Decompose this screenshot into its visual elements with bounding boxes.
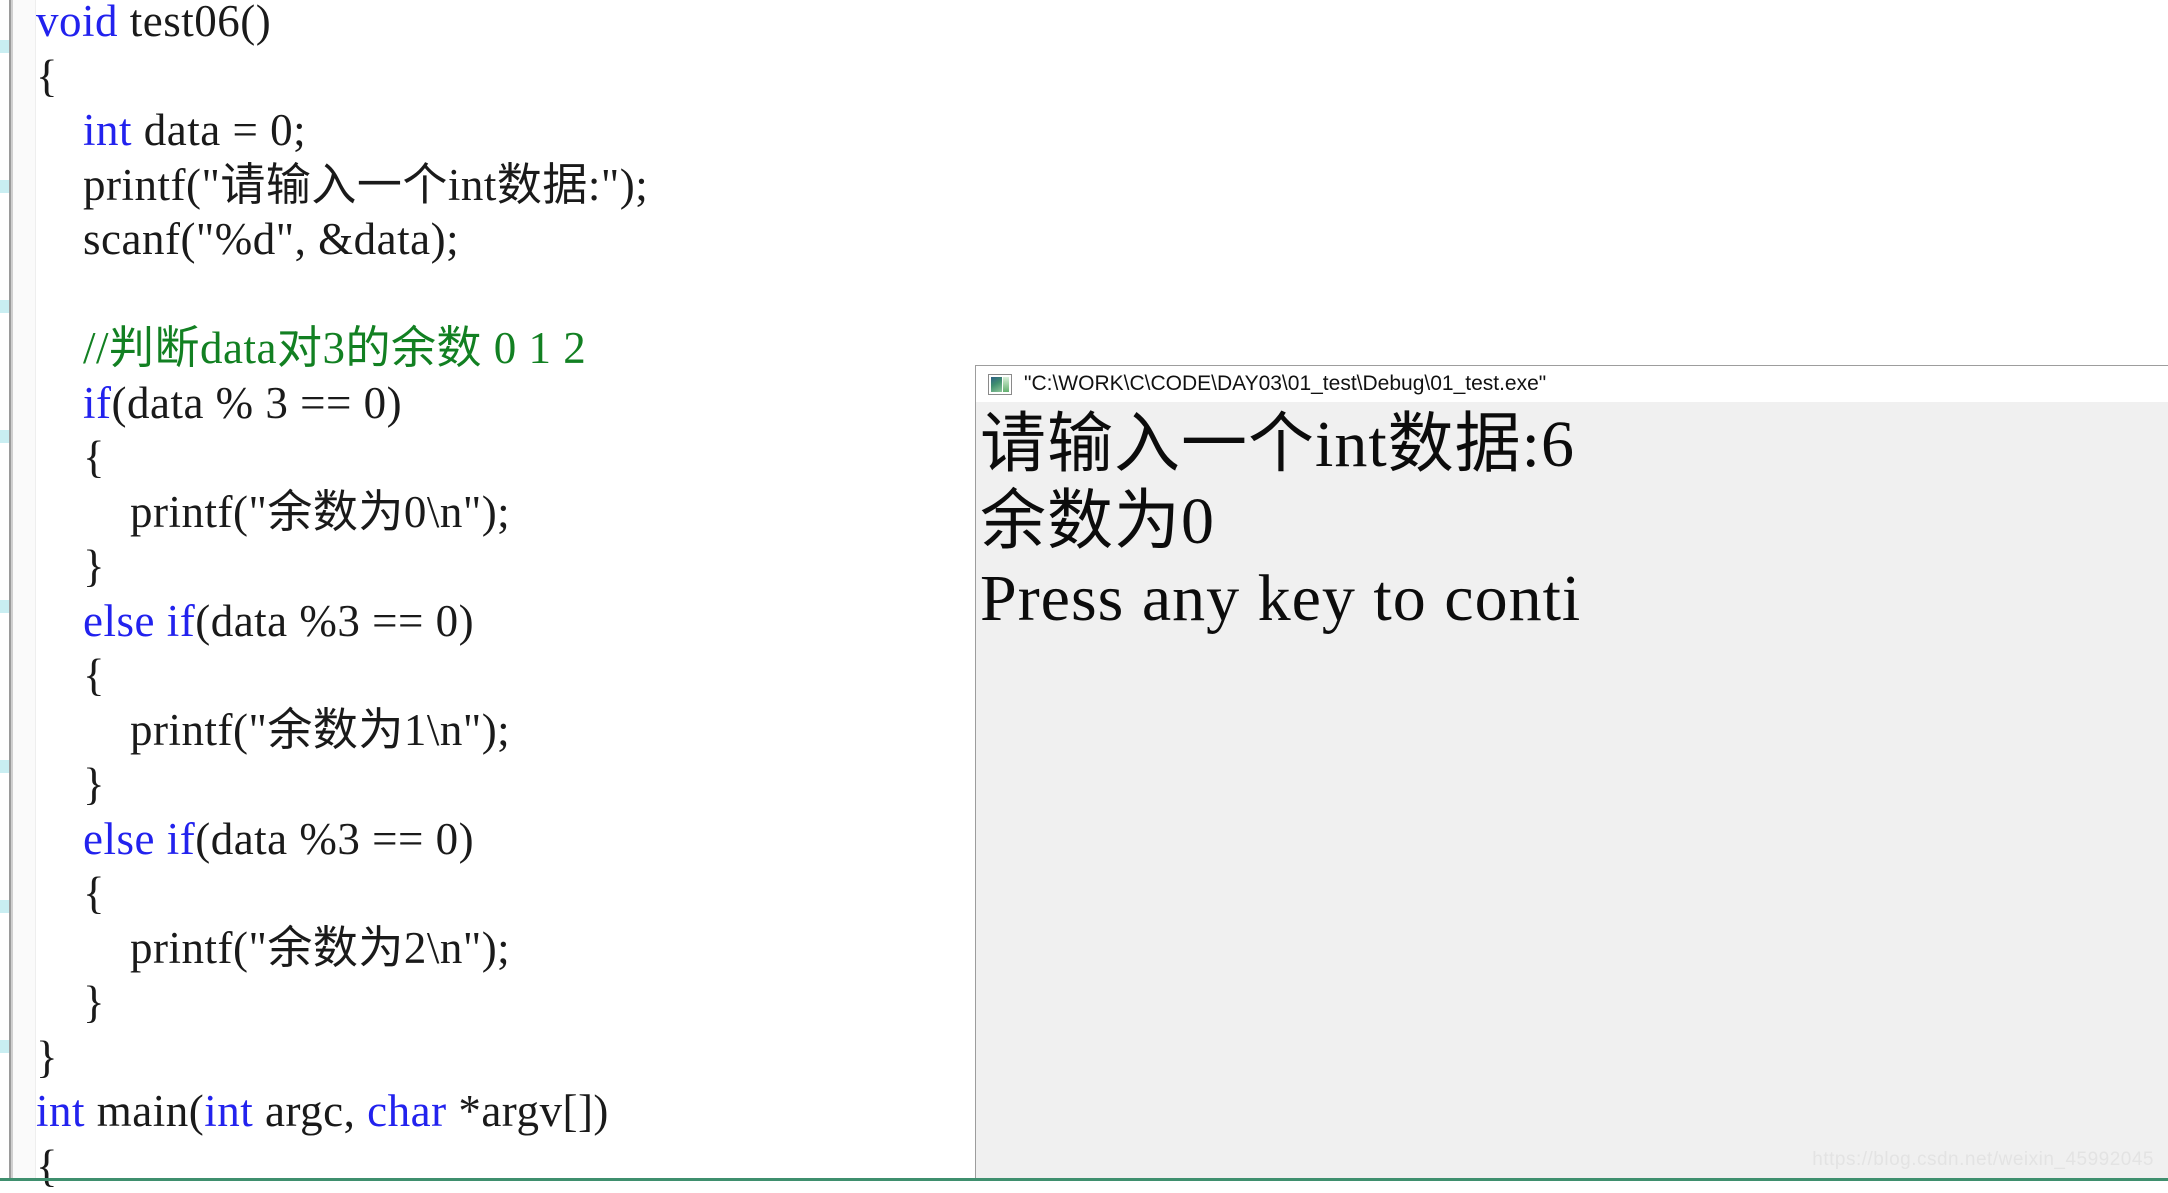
code-token xyxy=(36,814,83,864)
code-token: scanf("%d", &data); xyxy=(36,214,459,264)
code-token: char xyxy=(367,1086,446,1136)
code-token: } xyxy=(36,759,105,809)
code-text-area[interactable]: void test06(){ int data = 0; printf("请输入… xyxy=(36,0,1136,1175)
code-line xyxy=(36,267,1136,322)
code-line: printf("余数为0\n"); xyxy=(36,485,1136,540)
code-line: //判断data对3的余数 0 1 2 xyxy=(36,321,1136,376)
code-line: if(data % 3 == 0) xyxy=(36,376,1136,431)
code-token: { xyxy=(36,1141,58,1191)
console-output-line: Press any key to conti xyxy=(980,560,2168,637)
code-line: printf("请输入一个int数据:"); xyxy=(36,158,1136,213)
code-token: int xyxy=(83,105,132,155)
code-line: { xyxy=(36,866,1136,921)
console-window[interactable]: "C:\WORK\C\CODE\DAY03\01_test\Debug\01_t… xyxy=(975,365,2168,1181)
code-line: else if(data %3 == 0) xyxy=(36,594,1136,649)
code-token: { xyxy=(36,650,105,700)
code-token: test06() xyxy=(118,0,271,46)
code-token: printf("余数为0\n"); xyxy=(36,487,510,537)
gutter-indicator-mark xyxy=(0,40,9,53)
gutter-indicator-mark xyxy=(0,430,9,443)
code-token: *argv[]) xyxy=(447,1086,609,1136)
code-token: argc, xyxy=(253,1086,367,1136)
code-token: else if xyxy=(83,814,195,864)
code-editor-surface: void test06(){ int data = 0; printf("请输入… xyxy=(0,0,2168,1181)
code-token: (data %3 == 0) xyxy=(195,814,474,864)
code-token: data = 0; xyxy=(132,105,306,155)
code-token: (data %3 == 0) xyxy=(195,596,474,646)
console-output-line: 余数为0 xyxy=(980,483,2168,560)
console-title-text: "C:\WORK\C\CODE\DAY03\01_test\Debug\01_t… xyxy=(1024,372,1546,396)
editor-change-bar xyxy=(13,0,36,1181)
code-line: { xyxy=(36,49,1136,104)
code-token: { xyxy=(36,868,105,918)
code-line: int data = 0; xyxy=(36,103,1136,158)
code-line: } xyxy=(36,1030,1136,1085)
code-token: (data % 3 == 0) xyxy=(112,378,403,428)
console-output-line: 请输入一个int数据:6 xyxy=(980,406,2168,483)
code-token: } xyxy=(36,977,105,1027)
gutter-indicator-mark xyxy=(0,180,9,193)
console-app-icon xyxy=(988,374,1012,395)
code-token: printf("请输入一个int数据:"); xyxy=(36,160,648,210)
code-token: } xyxy=(36,1032,58,1082)
code-line: { xyxy=(36,1139,1136,1193)
gutter-indicator-mark xyxy=(0,900,9,913)
code-token: printf("余数为2\n"); xyxy=(36,923,510,973)
code-line: { xyxy=(36,430,1136,485)
code-line: scanf("%d", &data); xyxy=(36,212,1136,267)
code-line: int main(int argc, char *argv[]) xyxy=(36,1084,1136,1139)
code-token: void xyxy=(36,0,118,46)
code-line: } xyxy=(36,757,1136,812)
code-token xyxy=(36,105,83,155)
code-line: printf("余数为1\n"); xyxy=(36,703,1136,758)
code-line: } xyxy=(36,975,1136,1030)
code-token: } xyxy=(36,541,105,591)
code-line: } xyxy=(36,539,1136,594)
gutter-indicator-mark xyxy=(0,300,9,313)
code-token: printf("余数为1\n"); xyxy=(36,705,510,755)
gutter-indicator-mark xyxy=(0,600,9,613)
code-token: main( xyxy=(85,1086,204,1136)
code-token: if xyxy=(83,378,112,428)
csdn-watermark: https://blog.csdn.net/weixin_45992045 xyxy=(1812,1149,2154,1171)
code-line: { xyxy=(36,648,1136,703)
code-token: //判断data对3的余数 0 1 2 xyxy=(36,323,586,373)
code-token xyxy=(36,378,83,428)
code-line: else if(data %3 == 0) xyxy=(36,812,1136,867)
console-titlebar[interactable]: "C:\WORK\C\CODE\DAY03\01_test\Debug\01_t… xyxy=(976,366,2168,402)
code-line: printf("余数为2\n"); xyxy=(36,921,1136,976)
code-line: void test06() xyxy=(36,0,1136,49)
code-token xyxy=(36,596,83,646)
gutter-indicator-mark xyxy=(0,760,9,773)
gutter-indicator-mark xyxy=(0,1040,9,1053)
code-token: { xyxy=(36,51,58,101)
code-token: int xyxy=(36,1086,85,1136)
console-output: 请输入一个int数据:6余数为0Press any key to conti xyxy=(976,402,2168,637)
code-token: int xyxy=(204,1086,253,1136)
code-token: { xyxy=(36,432,105,482)
editor-indicator-strip[interactable] xyxy=(0,0,9,1181)
code-token: else if xyxy=(83,596,195,646)
